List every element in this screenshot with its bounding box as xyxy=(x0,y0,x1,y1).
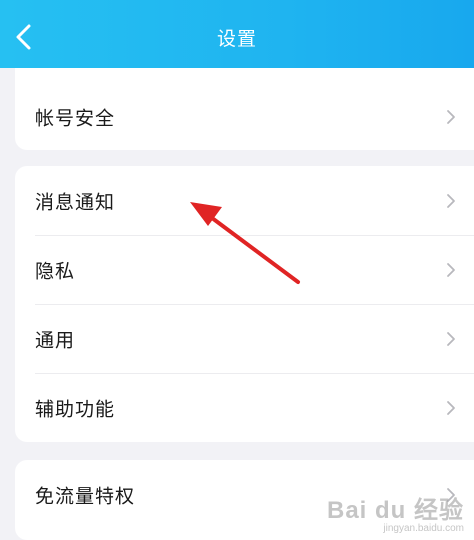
chevron-right-icon xyxy=(447,193,455,208)
chevron-right-icon xyxy=(447,331,455,346)
page-title: 设置 xyxy=(216,28,257,50)
settings-group-account: 帐号安全 xyxy=(15,68,474,150)
settings-item-label: 隐私 xyxy=(35,260,76,282)
settings-screen: 设置 帐号安全 消息通知 隐私 通用 辅助功能 免流量特权 Bai du 经验 … xyxy=(0,0,474,540)
settings-item-label: 通用 xyxy=(35,329,76,351)
settings-item-account-security[interactable]: 帐号安全 xyxy=(15,82,474,151)
settings-item-label: 帐号安全 xyxy=(35,107,116,129)
chevron-right-icon xyxy=(447,109,455,124)
settings-item-general[interactable]: 通用 xyxy=(15,304,474,373)
watermark: Bai du 经验 jingyan.baidu.com xyxy=(327,490,464,534)
settings-item-label: 辅助功能 xyxy=(35,398,116,420)
watermark-logo: Bai du 经验 xyxy=(326,497,464,524)
chevron-right-icon xyxy=(447,262,455,277)
settings-item-label: 免流量特权 xyxy=(35,485,136,507)
header-bar: 设置 xyxy=(0,0,474,68)
chevron-right-icon xyxy=(447,400,455,415)
settings-item-accessibility[interactable]: 辅助功能 xyxy=(15,373,474,442)
settings-group-general: 消息通知 隐私 通用 辅助功能 xyxy=(15,166,474,442)
settings-item-notifications[interactable]: 消息通知 xyxy=(15,166,474,235)
settings-item-label: 消息通知 xyxy=(35,191,116,213)
settings-item-privacy[interactable]: 隐私 xyxy=(15,235,474,304)
